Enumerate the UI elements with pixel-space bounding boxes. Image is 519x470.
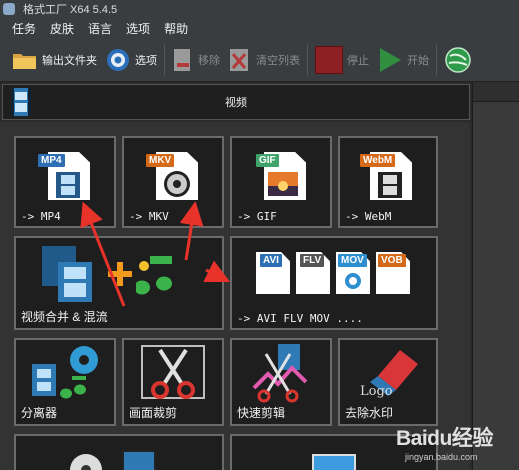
splitter-label: 分离器: [21, 406, 58, 420]
film-stack-icon: [42, 246, 92, 302]
multi-label: -> AVI FLV MOV ....: [237, 312, 363, 325]
webm-label: -> WebM: [345, 210, 392, 223]
quick-cut-label: 快速剪辑: [237, 406, 286, 420]
clear-list-button[interactable]: 清空列表: [224, 42, 304, 78]
title-bar: 格式工厂 X64 5.4.5: [0, 0, 519, 18]
folder-icon: [13, 53, 36, 69]
splitter-tile[interactable]: 分离器: [14, 338, 116, 426]
start-button[interactable]: 开始: [373, 42, 433, 78]
next-function-tile[interactable]: [14, 434, 224, 470]
remove-watermark-tile[interactable]: Logo 去除水印: [338, 338, 438, 426]
category-label: 视频: [225, 97, 247, 109]
baidu-watermark-url: jingyan.baidu.com: [405, 452, 478, 462]
clear-list-icon: [230, 48, 248, 71]
task-list-header: [473, 82, 519, 102]
options-gear-icon: [107, 48, 129, 71]
convert-mp4-tile[interactable]: MP4 -> MP4: [14, 136, 116, 228]
menu-skin[interactable]: 皮肤: [50, 20, 74, 37]
options-button[interactable]: 选项: [101, 42, 161, 78]
toolbar: 输出文件夹 选项 移除 清空列表 停止 开始: [0, 38, 519, 82]
scissors-crop-icon: [141, 345, 205, 399]
sunset-image-icon: [268, 172, 298, 196]
category-video[interactable]: 视频: [2, 84, 470, 120]
window-title: 格式工厂 X64 5.4.5: [23, 4, 118, 16]
mp4-badge: MP4: [38, 154, 65, 167]
task-list-panel: [472, 82, 519, 470]
toolbar-divider: [436, 43, 437, 76]
mp4-label: -> MP4: [21, 210, 61, 223]
app-icon: [3, 3, 15, 15]
gif-badge: GIF: [256, 154, 279, 167]
play-icon: [380, 47, 401, 72]
quicktime-icon: [345, 273, 361, 289]
globe-icon: [445, 46, 471, 73]
convert-more-formats-tile[interactable]: AVI FLV MOV VOB -> AVI FLV MOV ....: [230, 236, 438, 330]
quick-cut-icon: [252, 344, 308, 403]
toolbar-divider: [307, 43, 308, 76]
webm-badge: WebM: [360, 154, 396, 167]
logo-text: Logo: [360, 384, 393, 399]
function-grid: MP4 -> MP4 MKV -> MKV GIF -> GIF WebM ->…: [0, 122, 470, 470]
vob-badge: VOB: [378, 254, 406, 267]
baidu-watermark: Baidu经验: [396, 427, 493, 450]
remove-doc-icon: [174, 48, 190, 71]
merge-label: 视频合并 & 混流: [21, 310, 108, 324]
mkv-badge: MKV: [146, 154, 175, 167]
watermark-label: 去除水印: [345, 406, 394, 420]
film-icon: [56, 172, 80, 198]
toolbar-divider: [164, 43, 165, 76]
mov-badge: MOV: [338, 254, 367, 267]
film-reel-icon: [164, 171, 190, 197]
quick-cut-tile[interactable]: 快速剪辑: [230, 338, 332, 426]
crop-label: 画面裁剪: [129, 406, 178, 420]
menu-bar: 任务 皮肤 语言 选项 帮助: [0, 18, 519, 38]
flv-badge: FLV: [300, 254, 325, 267]
stop-icon: [315, 45, 343, 74]
screen-icon: [312, 454, 356, 470]
output-folder-button[interactable]: 输出文件夹: [8, 42, 101, 78]
globe-button[interactable]: [440, 42, 476, 78]
menu-help[interactable]: 帮助: [164, 20, 188, 37]
mkv-label: -> MKV: [129, 210, 169, 223]
disc-icon: [70, 454, 102, 470]
plus-icon: [108, 262, 132, 286]
crop-tile[interactable]: 画面裁剪: [122, 338, 224, 426]
film-icon: [378, 172, 402, 198]
phone-icon: [122, 450, 156, 470]
convert-mkv-tile[interactable]: MKV -> MKV: [122, 136, 224, 228]
remove-button[interactable]: 移除: [168, 42, 224, 78]
convert-gif-tile[interactable]: GIF -> GIF: [230, 136, 332, 228]
avi-badge: AVI: [260, 254, 282, 267]
menu-options[interactable]: 选项: [126, 20, 150, 37]
splitter-icon: [32, 346, 98, 399]
convert-webm-tile[interactable]: WebM -> WebM: [338, 136, 438, 228]
menu-task[interactable]: 任务: [12, 20, 36, 37]
menu-language[interactable]: 语言: [88, 20, 112, 37]
music-note-icon: [136, 256, 172, 295]
gif-label: -> GIF: [237, 210, 277, 223]
stop-button[interactable]: 停止: [311, 42, 373, 78]
video-merge-tile[interactable]: 视频合并 & 混流: [14, 236, 224, 330]
